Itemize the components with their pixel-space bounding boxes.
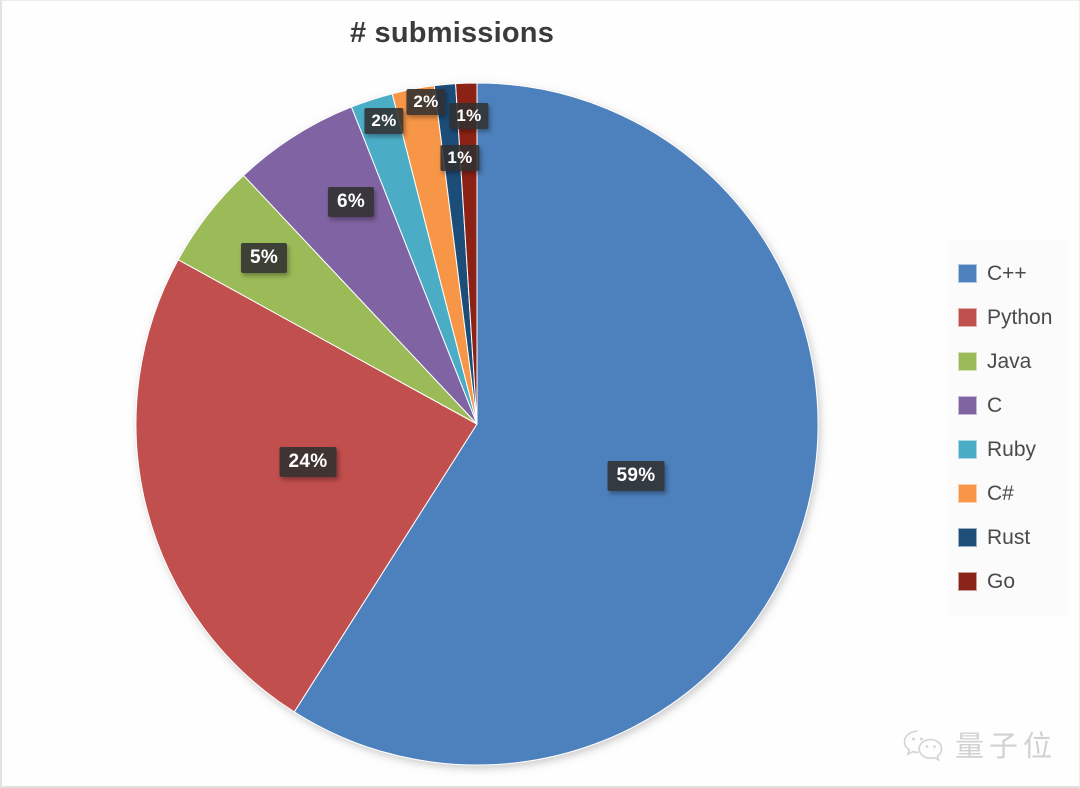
legend-item-label: Go bbox=[987, 569, 1016, 593]
legend-item-label: Rust bbox=[987, 525, 1031, 549]
legend-item-label: C++ bbox=[987, 261, 1027, 285]
legend-item-c[interactable]: C bbox=[958, 383, 1064, 427]
pie-chart-figure: # submissions 59% 24% 5% 6% 2% 2% 1% 1% C++ Pyth… bbox=[0, 0, 1080, 788]
legend-item-label: C bbox=[987, 393, 1003, 417]
data-label-c: 59% bbox=[607, 461, 665, 491]
legend-item-java[interactable]: Java bbox=[958, 339, 1064, 383]
legend-item-c[interactable]: C++ bbox=[958, 251, 1064, 295]
data-label-java: 5% bbox=[240, 243, 288, 273]
legend-item-label: Ruby bbox=[987, 437, 1037, 461]
legend-swatch-icon bbox=[958, 571, 977, 591]
legend-item-ruby[interactable]: Ruby bbox=[958, 427, 1064, 471]
data-label-c: 6% bbox=[327, 187, 375, 217]
chart-legend: C++ Python Java C Ruby C# Rust Go bbox=[948, 241, 1068, 615]
legend-item-c[interactable]: C# bbox=[958, 471, 1064, 515]
legend-item-python[interactable]: Python bbox=[958, 295, 1064, 339]
chart-title: # submissions bbox=[349, 17, 555, 49]
wechat-icon bbox=[903, 730, 943, 762]
legend-item-label: Java bbox=[987, 349, 1032, 373]
legend-swatch-icon bbox=[958, 263, 977, 283]
legend-item-label: C# bbox=[987, 481, 1014, 505]
pie-plot-area: 59% 24% 5% 6% 2% 2% 1% 1% bbox=[135, 82, 819, 766]
pie-slice-group bbox=[135, 82, 819, 766]
data-label-go: 1% bbox=[449, 103, 489, 129]
data-label-python: 24% bbox=[279, 447, 337, 477]
legend-swatch-icon bbox=[958, 527, 977, 547]
legend-swatch-icon bbox=[958, 307, 977, 327]
legend-swatch-icon bbox=[958, 351, 977, 371]
legend-swatch-icon bbox=[958, 439, 977, 459]
data-label-rust: 1% bbox=[440, 145, 480, 171]
legend-item-go[interactable]: Go bbox=[958, 559, 1064, 603]
watermark-text: 量子位 bbox=[954, 728, 1057, 763]
data-label-c: 2% bbox=[406, 89, 446, 115]
legend-swatch-icon bbox=[958, 483, 977, 503]
data-label-ruby: 2% bbox=[364, 108, 404, 134]
legend-item-label: Python bbox=[987, 305, 1053, 329]
pie-svg bbox=[135, 82, 819, 766]
legend-item-rust[interactable]: Rust bbox=[958, 515, 1064, 559]
watermark: 量子位 bbox=[902, 728, 1057, 764]
legend-swatch-icon bbox=[958, 395, 977, 415]
